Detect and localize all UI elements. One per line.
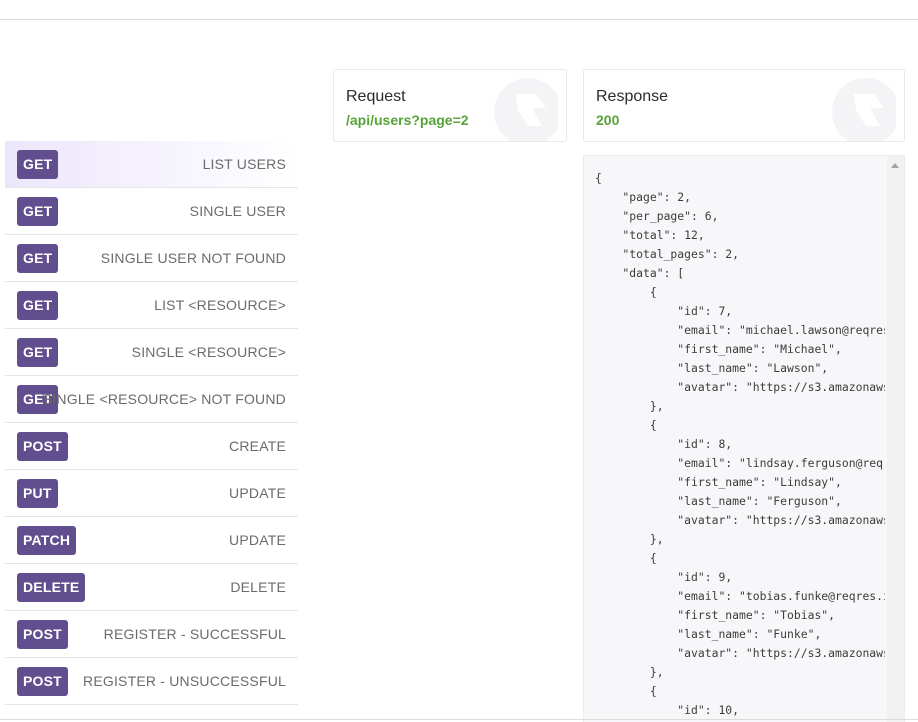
endpoint-label: DELETE [230, 579, 286, 595]
response-body-panel[interactable]: { "page": 2, "per_page": 6, "total": 12,… [583, 155, 905, 722]
method-badge: GET [17, 150, 59, 179]
code-line: "id": 8, [595, 437, 733, 451]
top-divider [0, 19, 918, 20]
endpoint-item[interactable]: GET LIST <RESOURCE> [5, 282, 298, 329]
code-line: }, [595, 532, 664, 546]
method-badge: DELETE [17, 573, 86, 602]
reqres-logo-watermark [832, 78, 896, 141]
vertical-scrollbar[interactable] [887, 156, 904, 722]
endpoint-item[interactable]: DELETE DELETE [5, 564, 298, 611]
endpoint-label: LIST USERS [202, 156, 286, 172]
response-card: Response 200 [583, 69, 905, 142]
method-badge: GET [17, 197, 59, 226]
code-line: "avatar": "https://s3.amazonaws. [595, 646, 885, 660]
code-line: "email": "michael.lawson@reqres. [595, 323, 885, 337]
method-badge: GET [17, 291, 59, 320]
endpoint-label: UPDATE [229, 532, 286, 548]
method-badge: POST [17, 432, 68, 461]
code-line: "per_page": 6, [595, 209, 719, 223]
code-line: "id": 9, [595, 570, 733, 584]
endpoint-item[interactable]: GET SINGLE USER [5, 188, 298, 235]
endpoint-label: SINGLE USER NOT FOUND [100, 250, 286, 266]
response-body-code: { "page": 2, "per_page": 6, "total": 12,… [595, 169, 885, 720]
request-path[interactable]: /api/users?page=2 [346, 112, 469, 128]
endpoint-label: CREATE [229, 438, 286, 454]
code-line: }, [595, 665, 664, 679]
code-line: "email": "lindsay.ferguson@reqre [595, 456, 885, 470]
request-title: Request [346, 88, 406, 105]
code-line: "last_name": "Funke", [595, 627, 822, 641]
response-status-code: 200 [596, 112, 620, 128]
endpoint-item[interactable]: POST CREATE [5, 423, 298, 470]
endpoint-item[interactable]: POST REGISTER - SUCCESSFUL [5, 611, 298, 658]
code-line: }, [595, 399, 664, 413]
endpoint-item[interactable]: GET SINGLE <RESOURCE> NOT FOUND [5, 376, 298, 423]
request-card: Request /api/users?page=2 [333, 69, 567, 142]
code-line: { [595, 171, 602, 185]
code-line: "first_name": "Michael", [595, 342, 842, 356]
code-line: "id": 10, [595, 703, 740, 717]
bottom-divider [0, 719, 918, 720]
endpoint-item[interactable]: GET LIST USERS [5, 141, 298, 188]
endpoint-label: UPDATE [229, 485, 286, 501]
endpoint-label: SINGLE <RESOURCE> NOT FOUND [42, 391, 286, 407]
code-line: "first_name": "Tobias", [595, 608, 836, 622]
endpoint-label: REGISTER - SUCCESSFUL [103, 626, 286, 642]
code-line: { [595, 684, 657, 698]
code-line: "first_name": "Lindsay", [595, 475, 842, 489]
scroll-up-arrow-icon[interactable] [891, 163, 899, 168]
reqres-logo-watermark [494, 78, 558, 141]
method-badge: POST [17, 620, 68, 649]
code-line: "last_name": "Ferguson", [595, 494, 842, 508]
code-line: { [595, 285, 657, 299]
code-line: "avatar": "https://s3.amazonaws. [595, 513, 885, 527]
code-line: "last_name": "Lawson", [595, 361, 829, 375]
endpoint-item[interactable]: GET SINGLE USER NOT FOUND [5, 235, 298, 282]
method-badge: GET [17, 244, 59, 273]
method-badge: PATCH [17, 526, 77, 555]
endpoint-item[interactable]: PUT UPDATE [5, 470, 298, 517]
endpoint-item[interactable]: GET SINGLE <RESOURCE> [5, 329, 298, 376]
method-badge: GET [17, 338, 59, 367]
method-badge: PUT [17, 479, 58, 508]
code-line: { [595, 418, 657, 432]
endpoint-label: SINGLE USER [189, 203, 286, 219]
method-badge: POST [17, 667, 68, 696]
endpoint-item[interactable]: POST REGISTER - UNSUCCESSFUL [5, 658, 298, 705]
endpoint-label: REGISTER - UNSUCCESSFUL [83, 673, 286, 689]
response-title: Response [596, 88, 669, 105]
code-line: "email": "tobias.funke@reqres.in [595, 589, 885, 603]
code-line: "avatar": "https://s3.amazonaws. [595, 380, 885, 394]
endpoint-label: SINGLE <RESOURCE> [131, 344, 286, 360]
code-line: { [595, 551, 657, 565]
endpoint-item[interactable]: PATCH UPDATE [5, 517, 298, 564]
code-line: "total_pages": 2, [595, 247, 740, 261]
code-line: "data": [ [595, 266, 685, 280]
endpoint-label: LIST <RESOURCE> [154, 297, 286, 313]
code-line: "total": 12, [595, 228, 705, 242]
code-line: "id": 7, [595, 304, 733, 318]
endpoint-list: GET LIST USERS GET SINGLE USER GET SINGLE USE… [5, 141, 298, 705]
code-line: "page": 2, [595, 190, 692, 204]
